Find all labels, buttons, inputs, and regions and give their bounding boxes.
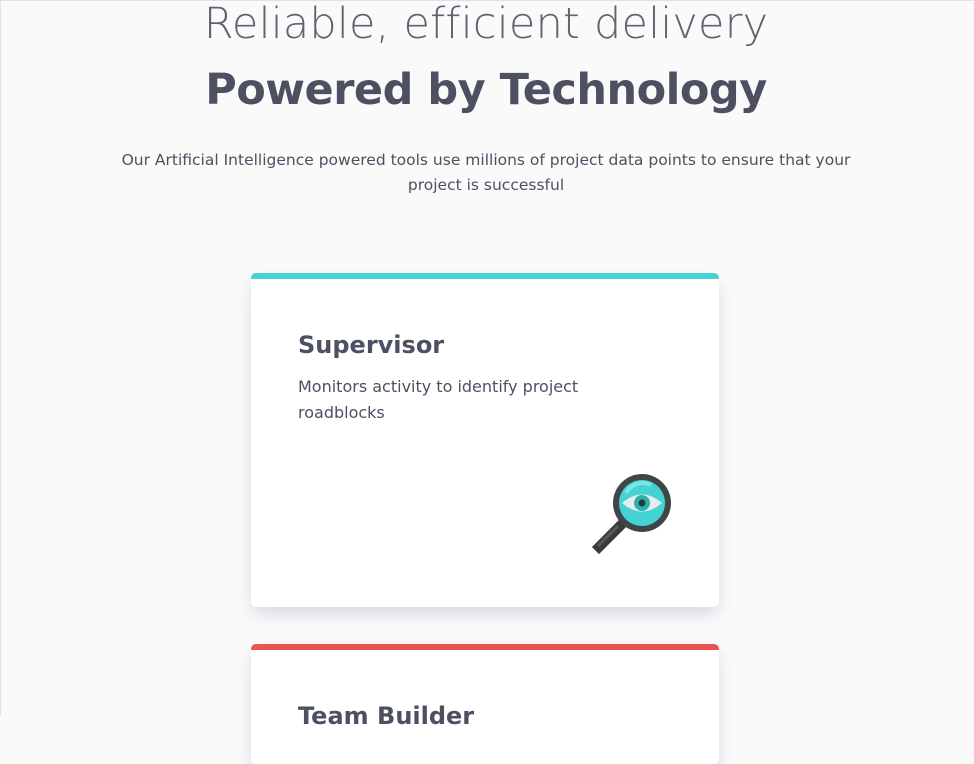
feature-card-supervisor: Supervisor Monitors activity to identify…: [251, 273, 719, 607]
card-description: Monitors activity to identify project ro…: [298, 377, 579, 422]
hero-title: Powered by Technology: [205, 65, 767, 115]
card-accent-bar: [251, 273, 719, 279]
card-accent-bar: [251, 644, 719, 650]
card-title: Supervisor: [298, 331, 445, 359]
card-title: Team Builder: [298, 702, 475, 730]
supervisor-magnifier-eye-icon: [591, 471, 675, 555]
hero-description: Our Artificial Intelligence powered tool…: [121, 151, 851, 194]
feature-card-team-builder: Team Builder: [251, 644, 719, 764]
hero-subtitle: Reliable, efficient delivery: [203, 0, 769, 49]
